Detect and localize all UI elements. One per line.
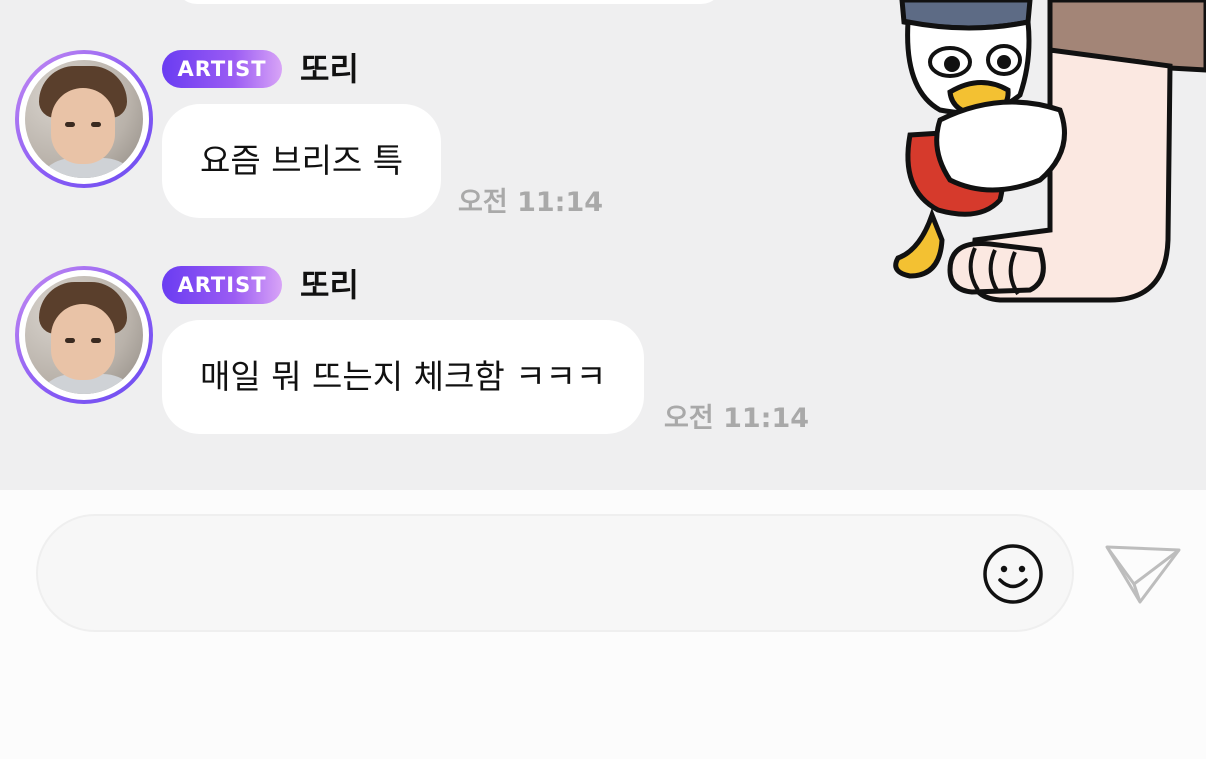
chat-area: ARTIST 또리 요즘 브리즈 특 오전 11:14 ARTIST 또리 매일… bbox=[0, 0, 1206, 490]
message-bubble[interactable]: 매일 뭐 뜨는지 체크함 ㅋㅋㅋ bbox=[162, 320, 645, 434]
smiley-icon[interactable] bbox=[982, 543, 1044, 605]
composer-bar bbox=[0, 490, 1206, 759]
message-time: 오전 11:14 bbox=[664, 403, 810, 434]
previous-message-bubble bbox=[175, 0, 723, 4]
sender-name[interactable]: 또리 bbox=[300, 266, 359, 304]
message-bubble[interactable]: 요즘 브리즈 특 bbox=[162, 104, 442, 218]
message-row: ARTIST 또리 매일 뭐 뜨는지 체크함 ㅋㅋㅋ 오전 11:14 bbox=[0, 266, 900, 466]
message-row: ARTIST 또리 요즘 브리즈 특 오전 11:14 bbox=[0, 50, 900, 250]
avatar[interactable] bbox=[15, 50, 153, 188]
avatar[interactable] bbox=[15, 266, 153, 404]
message-input-field[interactable] bbox=[36, 514, 1074, 632]
avatar-photo bbox=[25, 60, 143, 178]
duck-sticker[interactable] bbox=[880, 0, 1206, 310]
paper-plane-icon[interactable] bbox=[1104, 544, 1182, 604]
avatar-photo bbox=[25, 276, 143, 394]
sender-name[interactable]: 또리 bbox=[300, 50, 359, 88]
message-time: 오전 11:14 bbox=[458, 187, 604, 218]
message-input[interactable] bbox=[78, 546, 978, 602]
artist-badge: ARTIST bbox=[162, 266, 282, 304]
artist-badge: ARTIST bbox=[162, 50, 282, 88]
